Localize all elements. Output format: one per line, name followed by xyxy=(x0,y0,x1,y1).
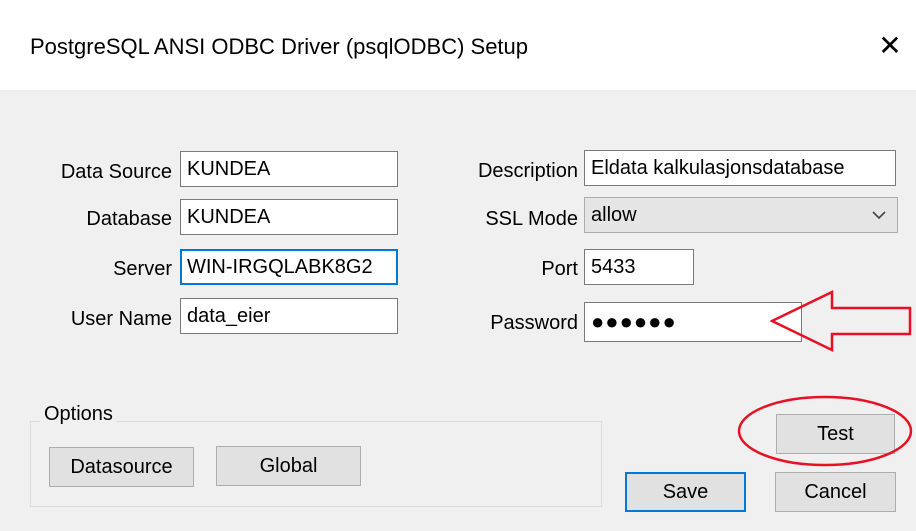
chevron-down-icon xyxy=(871,198,887,243)
password-masked-value: ●●●●●● xyxy=(591,309,677,334)
window-title: PostgreSQL ANSI ODBC Driver (psqlODBC) S… xyxy=(30,34,529,59)
ssl-mode-value: allow xyxy=(591,204,637,226)
global-button[interactable]: Global xyxy=(216,446,361,486)
test-button[interactable]: Test xyxy=(776,414,895,454)
save-button[interactable]: Save xyxy=(625,472,746,512)
server-input[interactable]: WIN-IRGQLABK8G2 xyxy=(180,249,398,285)
description-input[interactable]: Eldata kalkulasjonsdatabase xyxy=(584,150,896,186)
server-label: Server xyxy=(113,258,172,280)
password-label: Password xyxy=(490,312,578,334)
description-label: Description xyxy=(477,160,578,182)
database-input[interactable]: KUNDEA xyxy=(180,199,398,235)
user-name-label: User Name xyxy=(70,308,172,330)
password-input[interactable]: ●●●●●● xyxy=(584,302,802,342)
ssl-mode-label: SSL Mode xyxy=(485,208,578,230)
close-icon[interactable]: ✕ xyxy=(872,28,908,64)
options-legend: Options xyxy=(40,403,117,426)
port-label: Port xyxy=(541,258,578,280)
data-source-label: Data Source xyxy=(60,161,172,183)
cancel-button[interactable]: Cancel xyxy=(775,472,896,512)
datasource-button[interactable]: Datasource xyxy=(49,447,194,487)
database-label: Database xyxy=(86,208,172,230)
port-input[interactable]: 5433 xyxy=(584,249,694,285)
title-bar: PostgreSQL ANSI ODBC Driver (psqlODBC) S… xyxy=(0,0,916,90)
user-name-input[interactable]: data_eier xyxy=(180,298,398,334)
data-source-input[interactable]: KUNDEA xyxy=(180,151,398,187)
ssl-mode-select[interactable]: allow xyxy=(584,197,898,233)
